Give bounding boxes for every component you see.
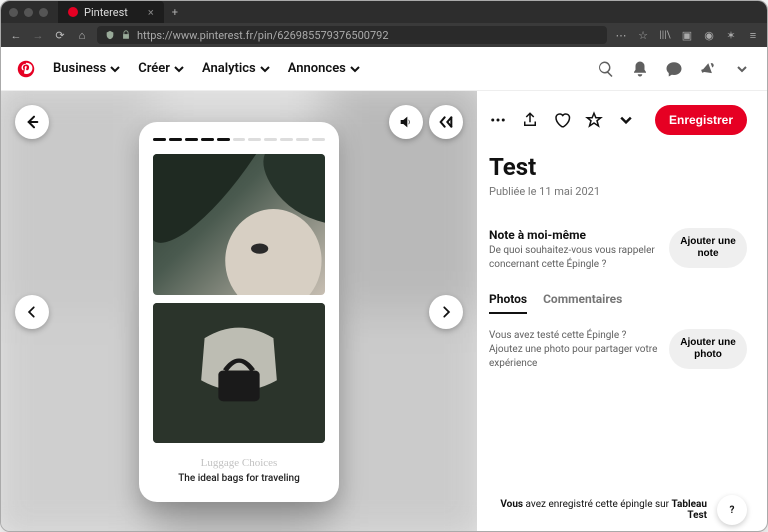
pin-details-pane: Enregistrer Test Publiée le 11 mai 2021 … bbox=[477, 91, 767, 532]
speaker-icon bbox=[398, 114, 414, 130]
megaphone-icon[interactable] bbox=[699, 60, 717, 78]
next-button[interactable] bbox=[429, 295, 463, 329]
browser-tab[interactable]: Pinterest × bbox=[58, 1, 164, 23]
note-subtext: De quoi souhaitez-vous vous rappeler con… bbox=[489, 244, 659, 272]
card-image-bottom bbox=[153, 303, 325, 444]
note-section: Note à moi-même De quoi souhaitez-vous v… bbox=[489, 228, 747, 272]
nav-analytics[interactable]: Analytics bbox=[202, 61, 270, 76]
heart-icon[interactable] bbox=[553, 111, 571, 129]
star-icon[interactable] bbox=[585, 111, 603, 129]
sound-button[interactable] bbox=[389, 105, 423, 139]
chevron-down-icon bbox=[110, 64, 120, 74]
back-icon[interactable]: ← bbox=[9, 29, 23, 42]
more-icon[interactable]: ⋯ bbox=[615, 29, 627, 41]
minimize-window-icon[interactable] bbox=[24, 8, 33, 17]
chevron-down-icon bbox=[174, 64, 184, 74]
chevron-down-icon bbox=[260, 64, 270, 74]
caption-subtitle: Luggage Choices bbox=[151, 457, 327, 469]
pin-actions: Enregistrer bbox=[489, 105, 747, 135]
detail-tabs: Photos Commentaires bbox=[489, 292, 747, 315]
back-button[interactable] bbox=[15, 105, 49, 139]
save-confirmation-footer: Vous avez enregistré cette épingle sur T… bbox=[489, 495, 747, 525]
chevron-down-icon bbox=[350, 64, 360, 74]
note-heading: Note à moi-même bbox=[489, 228, 659, 242]
bag-illustration-icon bbox=[153, 303, 325, 444]
account-chevron-icon[interactable] bbox=[733, 60, 751, 78]
chat-icon[interactable] bbox=[665, 60, 683, 78]
tab-title: Pinterest bbox=[84, 6, 128, 19]
collapse-button[interactable] bbox=[429, 105, 463, 139]
sidebar-icon[interactable]: ▣ bbox=[681, 29, 693, 41]
url-text: https://www.pinterest.fr/pin/62698557937… bbox=[137, 29, 389, 42]
site-header: Business Créer Analytics Annonces bbox=[1, 47, 767, 91]
pinterest-favicon-icon bbox=[68, 7, 78, 17]
extensions-icon[interactable]: ✶ bbox=[725, 29, 737, 41]
nav-create[interactable]: Créer bbox=[138, 61, 184, 76]
close-window-icon[interactable] bbox=[9, 8, 18, 17]
arrow-left-icon bbox=[24, 114, 40, 130]
shield-icon bbox=[105, 30, 115, 40]
lock-icon bbox=[121, 30, 131, 40]
collapse-icon bbox=[438, 114, 454, 130]
chevron-left-icon bbox=[25, 305, 39, 319]
forward-icon[interactable]: → bbox=[31, 29, 45, 42]
maximize-window-icon[interactable] bbox=[39, 8, 48, 17]
address-bar[interactable]: https://www.pinterest.fr/pin/62698557937… bbox=[97, 26, 607, 44]
nav-business[interactable]: Business bbox=[53, 61, 120, 76]
pinterest-logo-icon[interactable] bbox=[17, 60, 35, 78]
pin-title: Test bbox=[489, 153, 747, 181]
browser-toolbar: ← → ⟳ ⌂ https://www.pinterest.fr/pin/626… bbox=[1, 23, 767, 47]
reader-icon[interactable]: ☆ bbox=[637, 29, 649, 41]
tried-subtext: Vous avez testé cette Épingle ? Ajoutez … bbox=[489, 329, 659, 371]
traffic-lights[interactable] bbox=[9, 8, 48, 17]
tried-section: Vous avez testé cette Épingle ? Ajoutez … bbox=[489, 329, 747, 371]
leaf-illustration-icon bbox=[153, 154, 325, 295]
idea-pin-card: Luggage Choices The ideal bags for trave… bbox=[139, 122, 339, 502]
home-icon[interactable]: ⌂ bbox=[75, 29, 89, 42]
page-indicator[interactable] bbox=[139, 138, 339, 144]
save-button[interactable]: Enregistrer bbox=[655, 105, 747, 135]
main-content: Luggage Choices The ideal bags for trave… bbox=[1, 91, 767, 532]
menu-icon[interactable]: ≡ bbox=[747, 29, 759, 41]
board-selector-chevron-icon[interactable] bbox=[617, 111, 635, 129]
caption-title: The ideal bags for traveling bbox=[151, 473, 327, 484]
search-icon[interactable] bbox=[597, 60, 615, 78]
prev-button[interactable] bbox=[15, 295, 49, 329]
chevron-right-icon bbox=[439, 305, 453, 319]
bell-icon[interactable] bbox=[631, 60, 649, 78]
reload-icon[interactable]: ⟳ bbox=[53, 29, 67, 42]
share-icon[interactable] bbox=[521, 111, 539, 129]
more-options-icon[interactable] bbox=[489, 111, 507, 129]
add-note-button[interactable]: Ajouter une note bbox=[669, 228, 747, 268]
card-caption: Luggage Choices The ideal bags for trave… bbox=[139, 447, 339, 502]
account-icon[interactable]: ◉ bbox=[703, 29, 715, 41]
nav-ads[interactable]: Annonces bbox=[288, 61, 360, 76]
tab-photos[interactable]: Photos bbox=[489, 292, 527, 314]
pin-preview-pane: Luggage Choices The ideal bags for trave… bbox=[1, 91, 477, 532]
close-tab-icon[interactable]: × bbox=[148, 6, 154, 19]
window-titlebar: Pinterest × + bbox=[1, 1, 767, 23]
card-image-top bbox=[153, 154, 325, 295]
add-photo-button[interactable]: Ajouter une photo bbox=[669, 329, 747, 369]
tab-comments[interactable]: Commentaires bbox=[543, 292, 622, 314]
new-tab-button[interactable]: + bbox=[172, 6, 178, 19]
save-confirmation-text: Vous avez enregistré cette épingle sur T… bbox=[489, 499, 707, 521]
help-button[interactable]: ? bbox=[717, 495, 747, 525]
pin-published-date: Publiée le 11 mai 2021 bbox=[489, 185, 747, 198]
library-icon[interactable]: |||\ bbox=[659, 29, 671, 41]
